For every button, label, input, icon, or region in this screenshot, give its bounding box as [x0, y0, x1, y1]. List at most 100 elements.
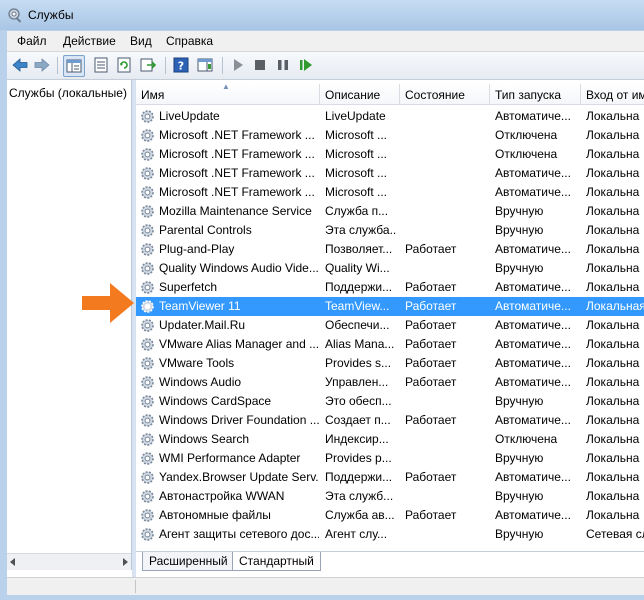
tree-horizontal-scrollbar[interactable]: [7, 553, 131, 570]
service-status-cell: [405, 487, 487, 506]
service-gear-icon: [141, 452, 154, 465]
service-row[interactable]: Microsoft .NET Framework ... Microsoft ..…: [136, 183, 644, 202]
column-header-name[interactable]: ▲ Имя: [136, 84, 320, 105]
services-table-header: ▲ Имя Описание Состояние Тип запуска Вхо…: [136, 84, 644, 105]
service-row[interactable]: Updater.Mail.Ru Обеспечи... Работает Автома…: [136, 316, 644, 335]
service-row[interactable]: Windows CardSpace Это обесп... Вручную Лока…: [136, 392, 644, 411]
export-list-icon[interactable]: [138, 55, 158, 75]
service-logon-cell: Локальна: [586, 432, 640, 446]
service-row[interactable]: Автонастройка WWAN Эта служб... Вручную Лок…: [136, 487, 644, 506]
status-bar-divider: [135, 580, 136, 593]
menu-view[interactable]: Вид: [130, 34, 152, 48]
show-hide-console-tree-icon[interactable]: [63, 55, 85, 77]
column-description-label: Описание: [325, 88, 381, 102]
menu-file[interactable]: Файл: [17, 34, 47, 48]
service-description-cell: Индексир...: [325, 432, 389, 446]
column-header-description[interactable]: Описание: [320, 84, 400, 105]
service-gear-icon: [141, 110, 154, 123]
service-row[interactable]: Microsoft .NET Framework ... Microsoft ..…: [136, 145, 644, 164]
service-startup-cell: Вручную: [495, 489, 544, 503]
service-status-cell: Работает: [405, 242, 457, 256]
service-name-cell: Windows Audio: [159, 375, 242, 389]
service-description-cell: Это обесп...: [325, 394, 392, 408]
service-startup-cell: Автоматиче...: [495, 280, 571, 294]
service-name-cell: LiveUpdate: [159, 109, 220, 123]
start-service-icon[interactable]: [228, 55, 248, 75]
service-row[interactable]: LiveUpdate LiveUpdate Автоматиче... Локальн…: [136, 107, 644, 126]
service-row[interactable]: Superfetch Поддержи... Работает Автоматиче.…: [136, 278, 644, 297]
service-description-cell: Alias Mana...: [325, 337, 395, 351]
menu-action[interactable]: Действие: [63, 34, 116, 48]
service-startup-cell: Автоматиче...: [495, 109, 571, 123]
toolbar-separator: [57, 57, 58, 74]
service-row[interactable]: WMI Performance Adapter Provides p... Вруч…: [136, 449, 644, 468]
service-row[interactable]: Microsoft .NET Framework ... Microsoft ..…: [136, 126, 644, 145]
service-description-cell: Microsoft ...: [325, 147, 388, 161]
menu-help[interactable]: Справка: [166, 34, 213, 48]
view-tabs: Расширенный Стандартный: [136, 551, 644, 571]
service-description-cell: Provides s...: [325, 356, 392, 370]
service-startup-cell: Отключена: [495, 432, 558, 446]
refresh-icon[interactable]: [114, 55, 134, 75]
column-header-startup-type[interactable]: Тип запуска: [490, 84, 581, 105]
service-startup-cell: Вручную: [495, 394, 544, 408]
help-icon[interactable]: ?: [171, 55, 191, 75]
scroll-right-icon[interactable]: [123, 558, 128, 566]
toolbar-separator: [222, 57, 223, 74]
tree-node-services-local[interactable]: Службы (локальные): [9, 86, 127, 100]
service-logon-cell: Локальна: [586, 109, 640, 123]
service-row[interactable]: Windows Driver Foundation ... Создает п..…: [136, 411, 644, 430]
service-description-cell: LiveUpdate: [325, 109, 386, 123]
properties-icon[interactable]: [91, 55, 111, 75]
service-row[interactable]: Plug-and-Play Позволяет... Работает Автомат…: [136, 240, 644, 259]
stop-service-icon[interactable]: [250, 55, 270, 75]
service-status-cell: [405, 392, 487, 411]
tab-extended[interactable]: Расширенный: [142, 552, 235, 571]
tab-standard[interactable]: Стандартный: [232, 552, 321, 571]
pause-service-icon[interactable]: [273, 55, 293, 75]
window-titlebar[interactable]: Службы: [0, 0, 644, 30]
service-status-cell: Работает: [405, 470, 457, 484]
restart-service-icon[interactable]: [296, 55, 316, 75]
service-name-cell: VMware Alias Manager and ...: [159, 337, 319, 351]
back-arrow-icon[interactable]: [10, 55, 30, 75]
service-status-cell: Работает: [405, 508, 457, 522]
column-header-status[interactable]: Состояние: [400, 84, 490, 105]
service-row[interactable]: Microsoft .NET Framework ... Microsoft ..…: [136, 164, 644, 183]
service-name-cell: Windows Search: [159, 432, 250, 446]
service-status-cell: Работает: [405, 318, 457, 332]
service-row[interactable]: Windows Audio Управлен... Работает Автомати…: [136, 373, 644, 392]
scroll-left-icon[interactable]: [10, 558, 15, 566]
show-hide-action-pane-icon[interactable]: [195, 55, 215, 75]
forward-arrow-icon[interactable]: [32, 55, 52, 75]
service-status-cell: Работает: [405, 337, 457, 351]
pointer-arrow-icon: [82, 283, 134, 323]
service-row[interactable]: Mozilla Maintenance Service Служба п... Вр…: [136, 202, 644, 221]
service-startup-cell: Автоматиче...: [495, 413, 571, 427]
service-status-cell: Работает: [405, 299, 457, 313]
service-logon-cell: Локальна: [586, 394, 640, 408]
service-row[interactable]: Windows Search Индексир... Отключена Локаль…: [136, 430, 644, 449]
main-content: Службы (локальные) ▲ Имя Описание Состоя…: [7, 80, 644, 577]
service-name-cell: Microsoft .NET Framework ...: [159, 147, 315, 161]
service-row[interactable]: VMware Alias Manager and ... Alias Mana..…: [136, 335, 644, 354]
column-header-logon-as[interactable]: Вход от им: [581, 84, 644, 105]
service-row[interactable]: Автономные файлы Служба ав... Работает Авто…: [136, 506, 644, 525]
service-row[interactable]: Parental Controls Эта служба... Вручную Лок…: [136, 221, 644, 240]
service-startup-cell: Автоматиче...: [495, 318, 571, 332]
service-row[interactable]: VMware Tools Provides s... Работает Автомат…: [136, 354, 644, 373]
services-gear-icon: [8, 8, 22, 23]
service-gear-icon: [141, 433, 154, 446]
service-row[interactable]: Quality Windows Audio Vide... Quality Wi.…: [136, 259, 644, 278]
service-row[interactable]: TeamViewer 11 TeamView... Работает Автомати…: [136, 297, 644, 316]
service-logon-cell: Локальна: [586, 280, 640, 294]
service-startup-cell: Отключена: [495, 128, 558, 142]
service-gear-icon: [141, 338, 154, 351]
column-logon-label: Вход от им: [586, 88, 644, 102]
service-gear-icon: [141, 395, 154, 408]
service-name-cell: Автономные файлы: [159, 508, 271, 522]
service-logon-cell: Локальна: [586, 470, 640, 484]
service-row[interactable]: Агент защиты сетевого дос... Агент слу...…: [136, 525, 644, 544]
service-startup-cell: Автоматиче...: [495, 337, 571, 351]
service-row[interactable]: Yandex.Browser Update Serv... Поддержи...…: [136, 468, 644, 487]
